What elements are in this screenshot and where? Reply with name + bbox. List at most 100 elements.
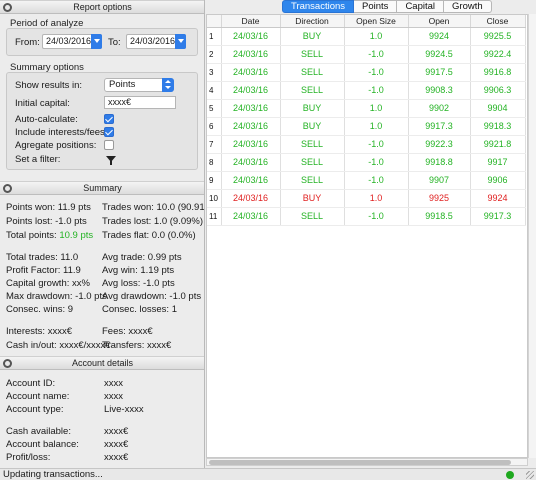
account-name-label: Account name: <box>6 391 70 402</box>
total-points-value: 10.9 pts <box>59 230 94 241</box>
report-options-title: Report options <box>73 2 132 12</box>
cell-open-size: -1.0 <box>344 207 409 226</box>
resize-grip-icon[interactable] <box>526 471 534 479</box>
row-index: 1 <box>207 27 222 46</box>
cell-direction: SELL <box>280 81 345 100</box>
horizontal-scrollbar[interactable] <box>206 458 528 466</box>
cell-direction: SELL <box>280 45 345 64</box>
column-header-open[interactable]: Open <box>408 15 471 28</box>
row-index: 4 <box>207 81 222 100</box>
column-header-direction[interactable]: Direction <box>280 15 345 28</box>
row-index: 10 <box>207 189 222 208</box>
tab-points[interactable]: Points <box>354 0 398 13</box>
tab-capital[interactable]: Capital <box>397 0 445 13</box>
account-id-label: Account ID: <box>6 378 56 389</box>
total-trades: Total trades: 11.0 <box>6 252 79 263</box>
cell-open: 9917.5 <box>408 63 471 82</box>
points-won: Points won: 11.9 pts <box>6 202 91 213</box>
agregate-checkbox[interactable] <box>104 140 114 150</box>
cell-open: 9925 <box>408 189 471 208</box>
row-index: 7 <box>207 135 222 154</box>
cell-open: 9917.3 <box>408 117 471 136</box>
table-row[interactable]: 2 24/03/16 SELL -1.0 9924.5 9922.4 <box>207 45 526 64</box>
table-header-row: Date Direction Open Size Open Close <box>207 15 526 28</box>
collapse-icon[interactable] <box>3 184 12 193</box>
table-row[interactable]: 10 24/03/16 BUY 1.0 9925 9924 <box>207 189 526 208</box>
cell-open-size: 1.0 <box>344 99 409 118</box>
table-row[interactable]: 3 24/03/16 SELL -1.0 9917.5 9916.8 <box>207 63 526 82</box>
table-row[interactable]: 8 24/03/16 SELL -1.0 9918.8 9917 <box>207 153 526 172</box>
table-row[interactable]: 7 24/03/16 SELL -1.0 9922.3 9921.8 <box>207 135 526 154</box>
cell-date: 24/03/16 <box>221 207 281 226</box>
tab-transactions[interactable]: Transactions <box>282 0 355 13</box>
vertical-scrollbar[interactable] <box>528 14 536 458</box>
account-type-value: Live-xxxx <box>104 404 144 415</box>
chevron-down-icon[interactable] <box>91 34 102 49</box>
show-results-select[interactable]: Points <box>104 78 174 92</box>
table-row[interactable]: 4 24/03/16 SELL -1.0 9908.3 9906.3 <box>207 81 526 100</box>
capital-growth: Capital growth: xx% <box>6 278 90 289</box>
cell-direction: BUY <box>280 99 345 118</box>
cell-open: 9907 <box>408 171 471 190</box>
cell-open: 9924.5 <box>408 45 471 64</box>
cell-date: 24/03/16 <box>221 81 281 100</box>
account-details-title: Account details <box>71 358 134 368</box>
connection-status-icon <box>506 471 514 479</box>
to-date-value: 24/03/2016 <box>130 36 176 46</box>
row-index: 3 <box>207 63 222 82</box>
row-index: 11 <box>207 207 222 226</box>
column-header-date[interactable]: Date <box>221 15 281 28</box>
account-type-label: Account type: <box>6 404 64 415</box>
cell-open: 9902 <box>408 99 471 118</box>
show-results-label: Show results in: <box>15 80 83 91</box>
account-id-value: xxxx <box>104 378 123 389</box>
initial-capital-input[interactable]: xxxx€ <box>104 96 176 109</box>
cell-close: 9904 <box>470 99 526 118</box>
collapse-icon[interactable] <box>3 359 12 368</box>
account-details-header[interactable]: Account details <box>0 356 204 370</box>
cell-direction: SELL <box>280 207 345 226</box>
cell-open-size: 1.0 <box>344 27 409 46</box>
trades-won: Trades won: 10.0 (90.91%) <box>102 202 205 213</box>
row-index: 9 <box>207 171 222 190</box>
column-header-close[interactable]: Close <box>470 15 526 28</box>
summary-header[interactable]: Summary <box>0 181 204 195</box>
cell-date: 24/03/16 <box>221 171 281 190</box>
from-date-value: 24/03/2016 <box>46 36 92 46</box>
cell-close: 9924 <box>470 189 526 208</box>
avg-drawdown: Avg drawdown: -1.0 pts <box>102 291 202 302</box>
scrollbar-thumb[interactable] <box>209 460 511 465</box>
table-row[interactable]: 5 24/03/16 BUY 1.0 9902 9904 <box>207 99 526 118</box>
auto-calculate-label: Auto-calculate: <box>15 114 78 125</box>
row-index: 8 <box>207 153 222 172</box>
total-points-label: Total points: <box>6 230 57 241</box>
collapse-icon[interactable] <box>3 3 12 12</box>
funnel-icon[interactable] <box>106 156 116 165</box>
column-header-open-size[interactable]: Open Size <box>344 15 409 28</box>
include-interests-checkbox[interactable] <box>104 127 114 137</box>
auto-calculate-checkbox[interactable] <box>104 114 114 124</box>
interests: Interests: xxxx€ <box>6 326 72 337</box>
cell-date: 24/03/16 <box>221 99 281 118</box>
cell-open-size: -1.0 <box>344 135 409 154</box>
from-date-picker[interactable]: 24/03/2016 <box>42 34 102 49</box>
table-row[interactable]: 9 24/03/16 SELL -1.0 9907 9906 <box>207 171 526 190</box>
agregate-label: Agregate positions: <box>15 140 97 151</box>
account-balance-value: xxxx€ <box>104 439 129 450</box>
table-row[interactable]: 6 24/03/16 BUY 1.0 9917.3 9918.3 <box>207 117 526 136</box>
cell-close: 9906.3 <box>470 81 526 100</box>
table-row[interactable]: 11 24/03/16 SELL -1.0 9918.5 9917.3 <box>207 207 526 226</box>
cash-available-label: Cash available: <box>6 426 71 437</box>
row-index: 2 <box>207 45 222 64</box>
view-tabs: Transactions Points Capital Growth <box>282 0 492 13</box>
tab-growth[interactable]: Growth <box>444 0 492 13</box>
from-label: From: <box>15 37 40 48</box>
cell-close: 9917.3 <box>470 207 526 226</box>
table-row[interactable]: 1 24/03/16 BUY 1.0 9924 9925.5 <box>207 27 526 46</box>
to-date-picker[interactable]: 24/03/2016 <box>126 34 186 49</box>
chevron-down-icon[interactable] <box>175 34 186 49</box>
cell-direction: SELL <box>280 135 345 154</box>
report-options-header[interactable]: Report options <box>0 0 204 14</box>
column-header-index[interactable] <box>207 15 222 28</box>
transactions-table: Date Direction Open Size Open Close 1 24/… <box>207 15 526 226</box>
